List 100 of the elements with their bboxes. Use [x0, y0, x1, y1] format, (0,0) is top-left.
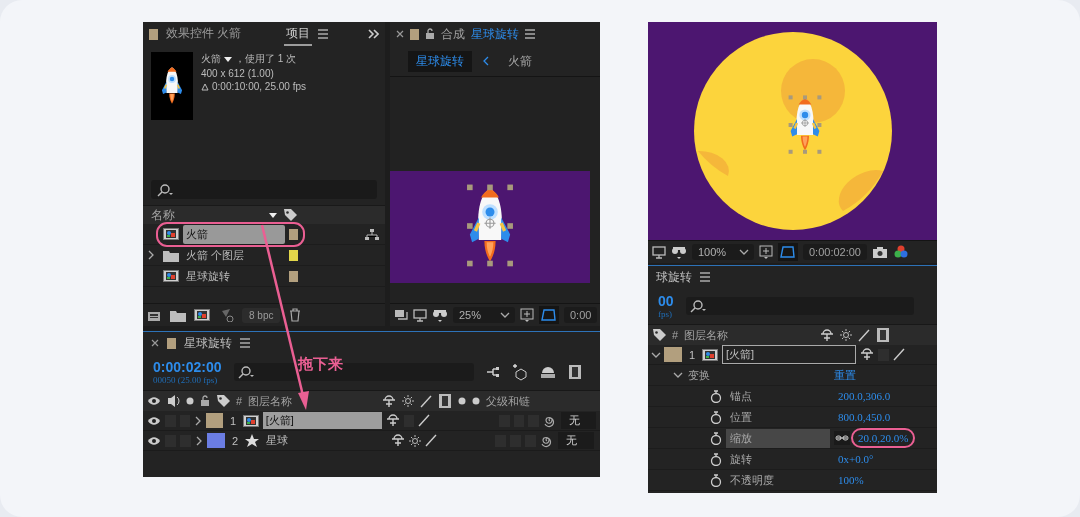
breadcrumb[interactable]: 火箭	[500, 50, 540, 72]
mask-icon[interactable]	[778, 243, 798, 261]
search-field[interactable]	[685, 297, 914, 315]
grid-icon[interactable]	[520, 308, 534, 322]
layer-name[interactable]: 星球	[263, 432, 387, 449]
property-label[interactable]: 锚点	[726, 386, 830, 406]
switch-icon[interactable]	[385, 414, 400, 427]
layers-icon[interactable]	[394, 309, 408, 321]
stopwatch-icon[interactable]	[710, 410, 722, 424]
chevron-icon[interactable]	[651, 350, 661, 359]
zoom-dropdown[interactable]: 25%	[453, 307, 515, 323]
stopwatch-icon[interactable]	[710, 389, 722, 403]
menu-icon[interactable]	[700, 272, 710, 282]
project-item[interactable]: 星球旋转	[183, 266, 285, 286]
switch-icon[interactable]	[420, 394, 433, 408]
chevron-icon[interactable]	[673, 371, 683, 379]
link-icon[interactable]	[834, 431, 850, 445]
menu-icon[interactable]	[240, 338, 250, 348]
eye-icon[interactable]	[147, 396, 161, 406]
project-item[interactable]: 火箭	[183, 224, 285, 244]
switch-icon[interactable]	[893, 348, 905, 361]
more-panels-icon[interactable]	[368, 29, 379, 39]
menu-icon[interactable]	[525, 29, 535, 39]
switch-icon[interactable]	[418, 414, 431, 427]
property-label[interactable]: 旋转	[726, 449, 830, 469]
panel-tab[interactable]: 项目	[283, 22, 312, 46]
caret-icon[interactable]	[224, 56, 232, 62]
switch-icon[interactable]	[391, 434, 405, 447]
trash-icon[interactable]	[288, 308, 303, 322]
search-icon[interactable]	[237, 365, 255, 379]
layer-name[interactable]: [火箭]	[722, 345, 856, 364]
switch-icon[interactable]	[425, 434, 437, 447]
stopwatch-icon[interactable]	[710, 431, 722, 445]
property-value[interactable]: 20.0,20.0%	[854, 431, 913, 445]
bit-depth-button[interactable]: 8 bpc	[242, 307, 281, 323]
panel-tab[interactable]: 效果控件 火箭	[164, 22, 244, 46]
property-value[interactable]: 0x+0.0°	[834, 452, 878, 466]
lock-icon[interactable]	[200, 395, 210, 407]
current-time[interactable]: 00	[658, 293, 674, 309]
color-channels-icon[interactable]	[893, 245, 909, 259]
switch-icon[interactable]	[402, 395, 415, 407]
solo-icon[interactable]	[186, 396, 194, 406]
switch-icon[interactable]	[876, 327, 891, 343]
layer-name[interactable]: [火箭]	[262, 412, 382, 429]
eye-icon[interactable]	[147, 435, 161, 446]
view-icon[interactable]	[671, 245, 687, 259]
close-icon[interactable]	[151, 339, 159, 347]
timecode-field[interactable]: 0:00	[564, 307, 598, 323]
search-icon[interactable]	[157, 182, 174, 197]
new-composition-icon[interactable]	[194, 309, 210, 321]
parent-dropdown[interactable]: 无	[558, 432, 594, 449]
property-value[interactable]: 800.0,450.0	[834, 410, 895, 424]
flowchart-icon[interactable]	[365, 228, 379, 240]
close-icon[interactable]	[396, 30, 404, 38]
comp-name-link[interactable]: 星球旋转	[471, 25, 519, 43]
switch-icon[interactable]	[382, 394, 397, 408]
switch-icon[interactable]	[438, 393, 453, 409]
flowchart-icon[interactable]	[485, 366, 500, 378]
search-field[interactable]	[151, 180, 377, 199]
switch-icon[interactable]	[820, 328, 835, 342]
lock-icon[interactable]	[425, 28, 435, 40]
parent-dropdown[interactable]: 无	[560, 412, 596, 429]
stopwatch-icon[interactable]	[710, 452, 722, 466]
new-folder-icon[interactable]	[170, 308, 186, 322]
grid-icon[interactable]	[759, 245, 773, 259]
timecode-field[interactable]: 0:00:02:00	[803, 244, 867, 260]
chevron-icon[interactable]	[195, 435, 203, 446]
switch-icon[interactable]	[840, 329, 853, 341]
dome-icon[interactable]	[539, 365, 556, 379]
monitor-icon[interactable]	[413, 308, 427, 322]
switch-icon[interactable]	[858, 328, 871, 342]
property-label[interactable]: 不透明度	[726, 470, 830, 490]
monitor-icon[interactable]	[652, 245, 666, 259]
eye-icon[interactable]	[147, 415, 161, 426]
property-value[interactable]: 100%	[834, 473, 868, 487]
timeline-tab[interactable]: 球旋转	[656, 268, 692, 286]
chevron-icon[interactable]	[147, 250, 155, 260]
film-icon[interactable]	[567, 364, 582, 380]
project-item[interactable]: 火箭 个图层	[183, 245, 285, 265]
chevron-icon[interactable]	[194, 415, 203, 426]
view-icon[interactable]	[432, 308, 448, 322]
chevron-icon[interactable]	[482, 56, 490, 66]
search-icon[interactable]	[689, 299, 707, 313]
timeline-tab[interactable]: 星球旋转	[184, 334, 232, 352]
property-label[interactable]: 位置	[726, 407, 830, 427]
breadcrumb[interactable]: 星球旋转	[408, 50, 472, 72]
property-value[interactable]: 200.0,306.0	[834, 389, 895, 403]
cube-icon[interactable]	[511, 363, 528, 381]
menu-icon[interactable]	[317, 29, 328, 39]
current-time[interactable]: 0:00:02:00	[153, 359, 222, 375]
camera-icon[interactable]	[872, 245, 888, 259]
property-label[interactable]: 缩放	[726, 428, 830, 448]
mask-icon[interactable]	[539, 306, 559, 324]
switch-icon[interactable]	[409, 434, 421, 447]
stopwatch-icon[interactable]	[710, 473, 722, 487]
reset-link[interactable]: 重置	[834, 367, 856, 383]
zoom-dropdown[interactable]: 100%	[692, 244, 754, 260]
sort-icon[interactable]	[269, 212, 277, 218]
switch-icon[interactable]	[860, 348, 874, 361]
speaker-icon[interactable]	[167, 394, 180, 408]
